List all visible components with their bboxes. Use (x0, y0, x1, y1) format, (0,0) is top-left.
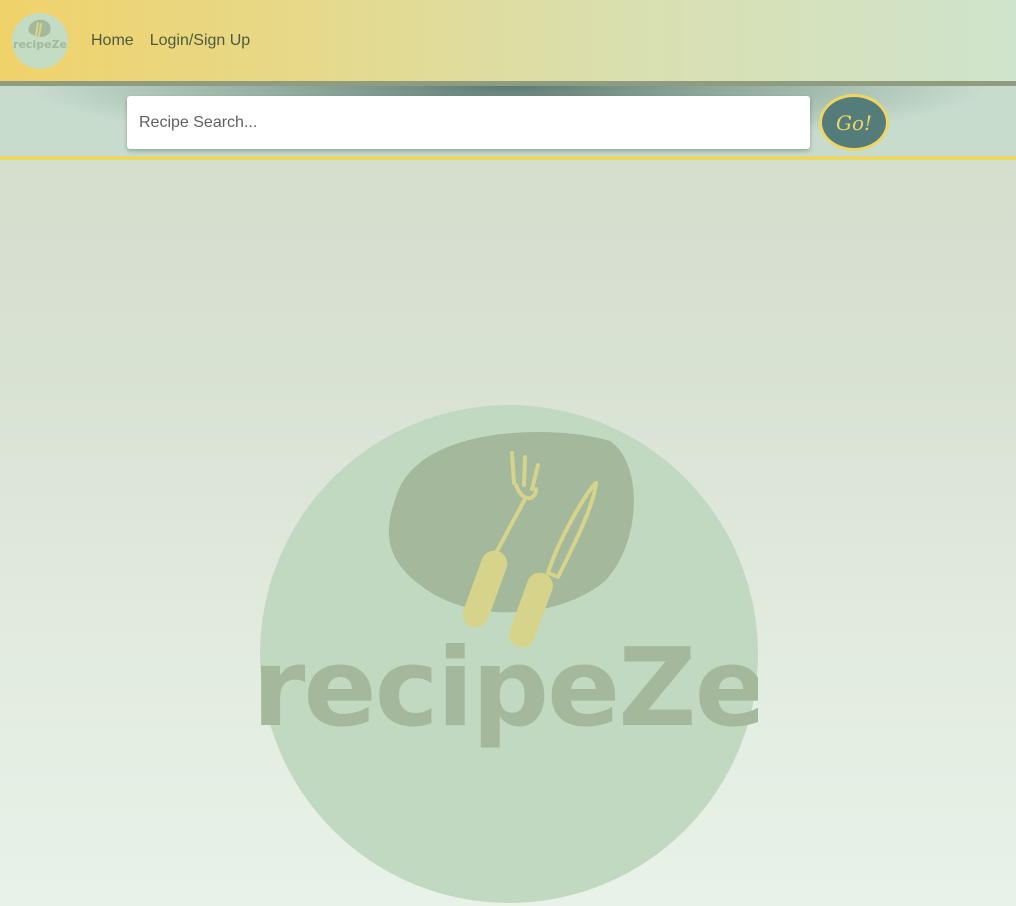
svg-text:recipeZe: recipeZe (13, 38, 67, 51)
nav-link-login-signup[interactable]: Login/Sign Up (150, 31, 251, 51)
brand-logo-image: recipeZe (12, 13, 68, 69)
go-button[interactable]: Go! (819, 94, 889, 151)
top-navbar: recipeZe Home Login/Sign Up (0, 0, 1016, 81)
hero-logo: recipeZe (252, 405, 768, 903)
svg-text:recipeZe: recipeZe (260, 626, 758, 751)
search-bar: Go! (0, 81, 1016, 160)
nav-links: Home Login/Sign Up (91, 31, 250, 51)
brand-logo[interactable]: recipeZe (12, 13, 68, 69)
recipe-search-input[interactable] (127, 96, 810, 149)
hero-logo-image: recipeZe (252, 405, 768, 903)
nav-link-home[interactable]: Home (91, 31, 134, 51)
